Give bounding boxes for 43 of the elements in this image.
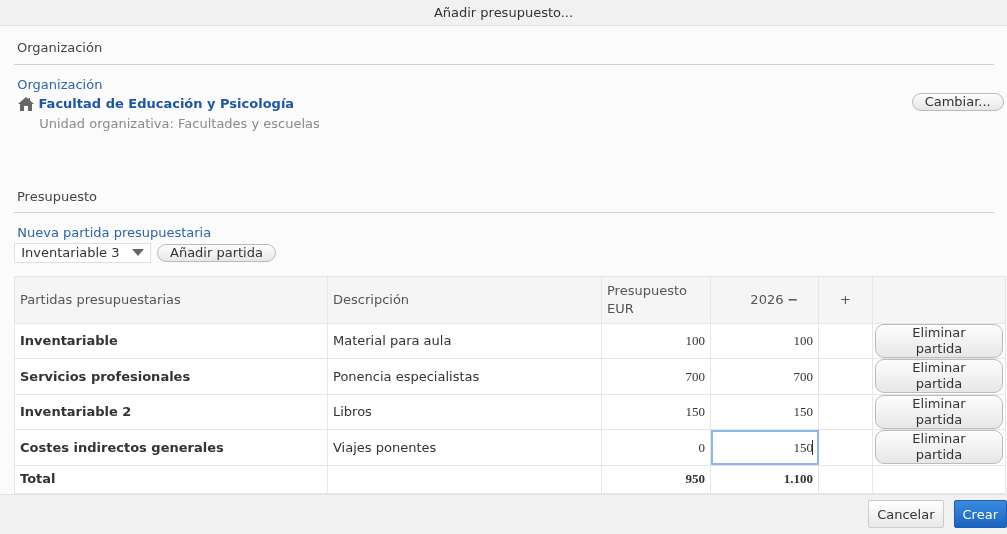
total-value: 950 bbox=[685, 471, 705, 487]
budget-value: 0 bbox=[698, 439, 705, 455]
column-header: Partidas presupuestarias bbox=[20, 292, 181, 307]
organization-link[interactable]: Facultad de Educación y Psicología bbox=[38, 94, 295, 114]
change-button[interactable]: Cambiar... bbox=[911, 92, 1004, 111]
column-header: Presupuesto EUR bbox=[607, 282, 687, 316]
field-label: Organización bbox=[17, 75, 104, 94]
item-name: Costes indirectos generales bbox=[20, 439, 224, 455]
house-icon bbox=[17, 96, 36, 112]
item-name: Inventariable bbox=[20, 333, 118, 349]
add-item-button[interactable]: Añadir partida bbox=[157, 243, 276, 262]
item-description: Libros bbox=[333, 404, 372, 420]
year-value-input[interactable]: 150 bbox=[710, 429, 819, 466]
add-year-button[interactable]: + bbox=[840, 292, 851, 307]
year-value: 700 bbox=[793, 368, 813, 384]
create-button[interactable]: Crear bbox=[953, 500, 1007, 529]
window-title: Añadir presupuesto... bbox=[0, 0, 1007, 27]
item-name: Servicios profesionales bbox=[20, 368, 191, 384]
delete-item-button[interactable]: Eliminar partida bbox=[875, 323, 1003, 358]
dropdown-caret-icon bbox=[131, 249, 144, 257]
year-value: 100 bbox=[793, 333, 813, 349]
delete-item-button[interactable]: Eliminar partida bbox=[875, 359, 1003, 394]
section-heading: Presupuesto bbox=[17, 188, 97, 204]
column-header: Descripción bbox=[333, 292, 410, 307]
section-heading: Organización bbox=[17, 40, 103, 56]
delete-item-button[interactable]: Eliminar partida bbox=[875, 430, 1003, 465]
budget-value: 100 bbox=[685, 333, 705, 349]
year-value: 150 bbox=[793, 404, 813, 420]
item-description: Material para aula bbox=[333, 333, 452, 349]
cancel-button[interactable]: Cancelar bbox=[868, 500, 944, 529]
total-value: 1.100 bbox=[783, 471, 813, 487]
total-label: Total bbox=[20, 471, 56, 487]
field-label: Nueva partida presupuestaria bbox=[17, 224, 213, 243]
budget-value: 700 bbox=[685, 368, 705, 384]
item-select[interactable]: Inventariable 3 bbox=[14, 242, 151, 263]
remove-year-button[interactable]: − bbox=[787, 292, 799, 307]
item-name: Inventariable 2 bbox=[20, 404, 132, 420]
organization-unit: Unidad organizativa: Facultades y escuelas bbox=[38, 114, 320, 133]
budget-value: 150 bbox=[685, 404, 705, 420]
item-description: Ponencia especialistas bbox=[333, 368, 480, 384]
column-header: 2026 bbox=[750, 292, 784, 307]
item-description: Viajes ponentes bbox=[333, 439, 437, 455]
delete-item-button[interactable]: Eliminar partida bbox=[875, 394, 1003, 429]
